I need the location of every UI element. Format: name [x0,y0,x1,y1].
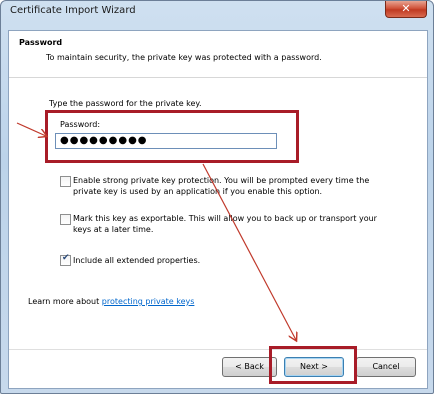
password-instruction: Type the password for the private key. [49,99,202,108]
extended-properties-checkbox[interactable] [60,253,71,266]
cancel-button[interactable]: Cancel [356,357,416,377]
next-highlight-box [269,346,357,384]
exportable-text-line1: Mark this key as exportable. This will a… [73,214,377,223]
close-button[interactable]: ✕ [385,1,427,18]
close-icon: ✕ [401,2,411,15]
learn-more-text: Learn more about protecting private keys [28,297,194,306]
strong-protection-text-line2: private key is used by an application if… [73,187,323,196]
page-title: Password [19,38,63,47]
exportable-text-line2: keys at a later time. [73,225,154,234]
footer-divider [9,349,427,350]
strong-protection-checkbox[interactable] [60,176,71,187]
strong-protection-text-line1: Enable strong private key protection. Yo… [73,176,370,185]
extended-properties-text: Include all extended properties. [73,256,201,265]
protecting-private-keys-link[interactable]: protecting private keys [102,297,195,306]
learn-more-prefix: Learn more about [28,297,102,306]
certificate-import-wizard-window: Certificate Import Wizard ✕ Password To … [0,0,434,394]
window-title: Certificate Import Wizard [10,5,136,16]
wizard-content: Password To maintain security, the priva… [8,30,428,389]
title-bar: Certificate Import Wizard ✕ [1,1,433,23]
page-subtitle: To maintain security, the private key wa… [46,53,322,62]
wizard-header: Password To maintain security, the priva… [9,31,427,78]
password-highlight-box [45,110,299,163]
exportable-checkbox[interactable] [60,214,71,225]
